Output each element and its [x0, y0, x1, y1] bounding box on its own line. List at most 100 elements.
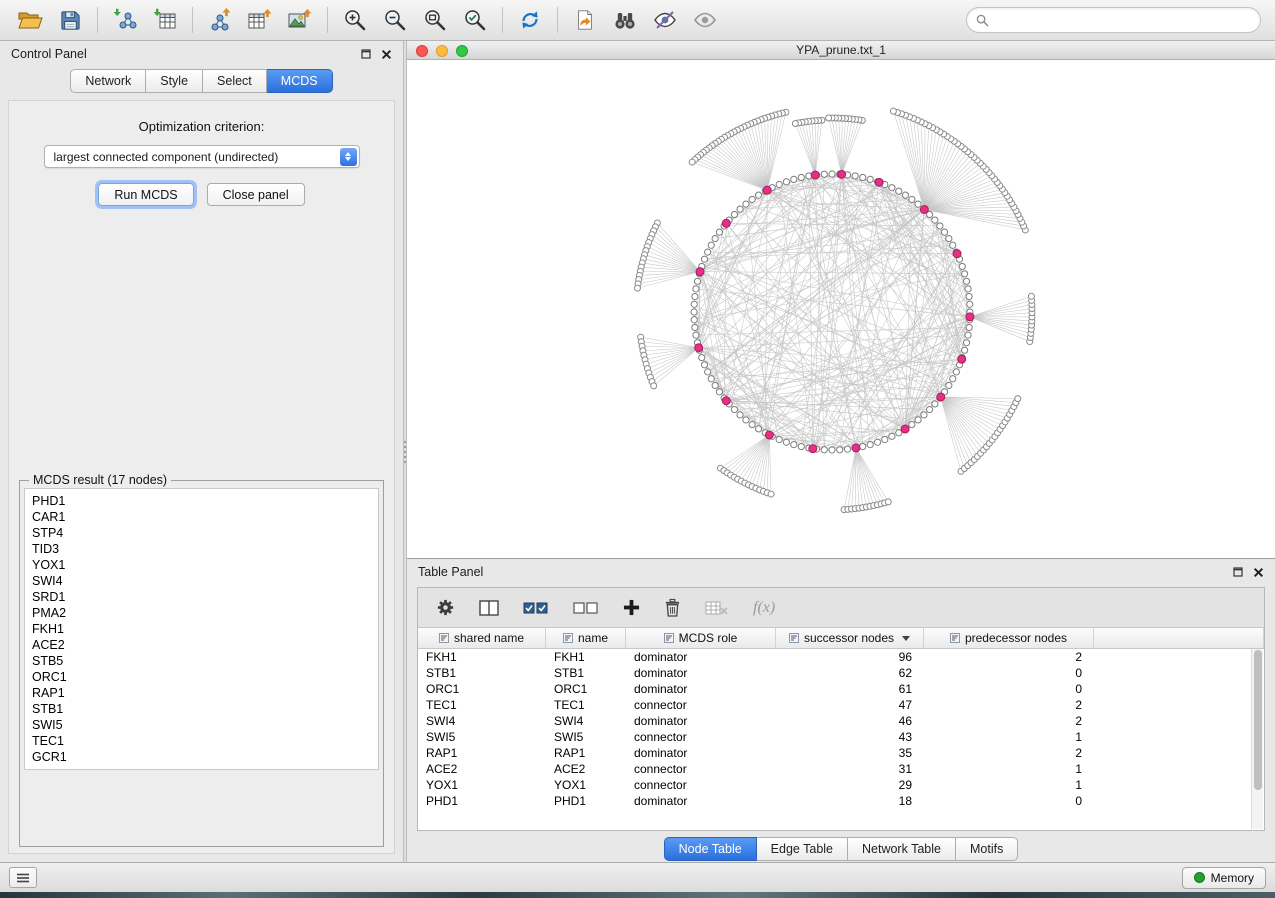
table-cell[interactable]: 18	[776, 794, 924, 808]
zoom-fit-button[interactable]	[415, 3, 455, 37]
table-cell[interactable]: 96	[776, 650, 924, 664]
delete-columns-button[interactable]	[664, 598, 681, 617]
table-cell[interactable]: ORC1	[546, 682, 626, 696]
table-row[interactable]: FKH1FKH1dominator962	[418, 649, 1264, 665]
table-cell[interactable]: connector	[626, 762, 776, 776]
table-row[interactable]: STB1STB1dominator620	[418, 665, 1264, 681]
table-row[interactable]: TEC1TEC1connector472	[418, 697, 1264, 713]
table-cell[interactable]: 1	[924, 730, 1094, 744]
float-panel-icon[interactable]	[1233, 567, 1243, 577]
table-cell[interactable]: 0	[924, 794, 1094, 808]
table-cell[interactable]: 0	[924, 666, 1094, 680]
column-header-name[interactable]: name	[546, 628, 626, 648]
table-row[interactable]: YOX1YOX1connector291	[418, 777, 1264, 793]
table-cell[interactable]: YOX1	[418, 778, 546, 792]
deselect-all-columns-button[interactable]	[573, 600, 599, 616]
share-document-button[interactable]	[565, 3, 605, 37]
tab-edge-table[interactable]: Edge Table	[757, 837, 848, 861]
function-builder-button[interactable]: f(x)	[753, 599, 775, 617]
zoom-in-button[interactable]	[335, 3, 375, 37]
table-cell[interactable]: ACE2	[418, 762, 546, 776]
table-cell[interactable]: dominator	[626, 682, 776, 696]
mcds-result-item[interactable]: YOX1	[32, 557, 371, 573]
refresh-layout-button[interactable]	[510, 3, 550, 37]
table-row[interactable]: ORC1ORC1dominator610	[418, 681, 1264, 697]
export-table-button[interactable]	[240, 3, 280, 37]
table-cell[interactable]: connector	[626, 778, 776, 792]
task-history-button[interactable]	[9, 867, 37, 888]
table-cell[interactable]: ORC1	[418, 682, 546, 696]
table-cell[interactable]: 2	[924, 746, 1094, 760]
table-cell[interactable]: dominator	[626, 666, 776, 680]
table-cell[interactable]: SWI5	[546, 730, 626, 744]
table-cell[interactable]: 62	[776, 666, 924, 680]
table-cell[interactable]: 61	[776, 682, 924, 696]
network-canvas[interactable]	[407, 60, 1275, 558]
table-cell[interactable]: PHD1	[546, 794, 626, 808]
column-header-predecessor-nodes[interactable]: predecessor nodes	[924, 628, 1094, 648]
table-cell[interactable]: 43	[776, 730, 924, 744]
tab-mcds[interactable]: MCDS	[267, 69, 333, 93]
table-cell[interactable]: connector	[626, 730, 776, 744]
mcds-result-item[interactable]: STP4	[32, 525, 371, 541]
tab-select[interactable]: Select	[203, 69, 267, 93]
zoom-selected-button[interactable]	[455, 3, 495, 37]
table-cell[interactable]: 2	[924, 698, 1094, 712]
column-header-mcds-role[interactable]: MCDS role	[626, 628, 776, 648]
table-row[interactable]: PHD1PHD1dominator180	[418, 793, 1264, 809]
mcds-result-item[interactable]: PMA2	[32, 605, 371, 621]
table-cell[interactable]: 0	[924, 682, 1094, 696]
mcds-result-item[interactable]: SWI4	[32, 573, 371, 589]
table-cell[interactable]: TEC1	[418, 698, 546, 712]
export-image-button[interactable]	[280, 3, 320, 37]
close-panel-icon[interactable]	[1253, 567, 1264, 578]
mcds-result-item[interactable]: SRD1	[32, 589, 371, 605]
column-header-successor-nodes[interactable]: successor nodes	[776, 628, 924, 648]
table-cell[interactable]: 35	[776, 746, 924, 760]
mcds-result-item[interactable]: STB5	[32, 653, 371, 669]
search-network-button[interactable]	[605, 3, 645, 37]
table-cell[interactable]: FKH1	[418, 650, 546, 664]
table-cell[interactable]: 2	[924, 714, 1094, 728]
close-window-icon[interactable]	[416, 45, 428, 57]
mcds-result-list[interactable]: PHD1CAR1STP4TID3YOX1SWI4SRD1PMA2FKH1ACE2…	[24, 488, 379, 770]
table-cell[interactable]: connector	[626, 698, 776, 712]
run-mcds-button[interactable]: Run MCDS	[98, 183, 193, 206]
network-graph[interactable]	[407, 60, 1275, 558]
tab-network[interactable]: Network	[70, 69, 146, 93]
tab-network-table[interactable]: Network Table	[848, 837, 956, 861]
maximize-window-icon[interactable]	[456, 45, 468, 57]
mcds-result-item[interactable]: STB1	[32, 701, 371, 717]
mcds-result-item[interactable]: FKH1	[32, 621, 371, 637]
search-input[interactable]	[995, 13, 1251, 27]
table-cell[interactable]: 1	[924, 762, 1094, 776]
zoom-out-button[interactable]	[375, 3, 415, 37]
mcds-result-item[interactable]: PHD1	[32, 493, 371, 509]
save-session-button[interactable]	[50, 3, 90, 37]
close-panel-icon[interactable]	[381, 49, 392, 60]
float-panel-icon[interactable]	[361, 49, 371, 59]
table-row[interactable]: ACE2ACE2connector311	[418, 761, 1264, 777]
table-cell[interactable]: STB1	[546, 666, 626, 680]
criterion-dropdown[interactable]: largest connected component (undirected)	[44, 145, 360, 168]
table-cell[interactable]: ACE2	[546, 762, 626, 776]
table-settings-button[interactable]	[436, 598, 455, 617]
mcds-result-item[interactable]: ACE2	[32, 637, 371, 653]
mcds-result-item[interactable]: GCR1	[32, 749, 371, 765]
table-row[interactable]: SWI5SWI5connector431	[418, 729, 1264, 745]
table-cell[interactable]: 46	[776, 714, 924, 728]
tab-motifs[interactable]: Motifs	[956, 837, 1018, 861]
tab-style[interactable]: Style	[146, 69, 203, 93]
table-cell[interactable]: RAP1	[418, 746, 546, 760]
export-network-button[interactable]	[200, 3, 240, 37]
delete-table-button[interactable]	[705, 600, 729, 616]
table-cell[interactable]: SWI4	[546, 714, 626, 728]
toggle-visibility-button[interactable]	[685, 3, 725, 37]
table-cell[interactable]: YOX1	[546, 778, 626, 792]
mcds-result-item[interactable]: ORC1	[32, 669, 371, 685]
table-cell[interactable]: 47	[776, 698, 924, 712]
table-cell[interactable]: dominator	[626, 794, 776, 808]
table-cell[interactable]: RAP1	[546, 746, 626, 760]
import-network-button[interactable]	[105, 3, 145, 37]
mcds-result-item[interactable]: SWI5	[32, 717, 371, 733]
